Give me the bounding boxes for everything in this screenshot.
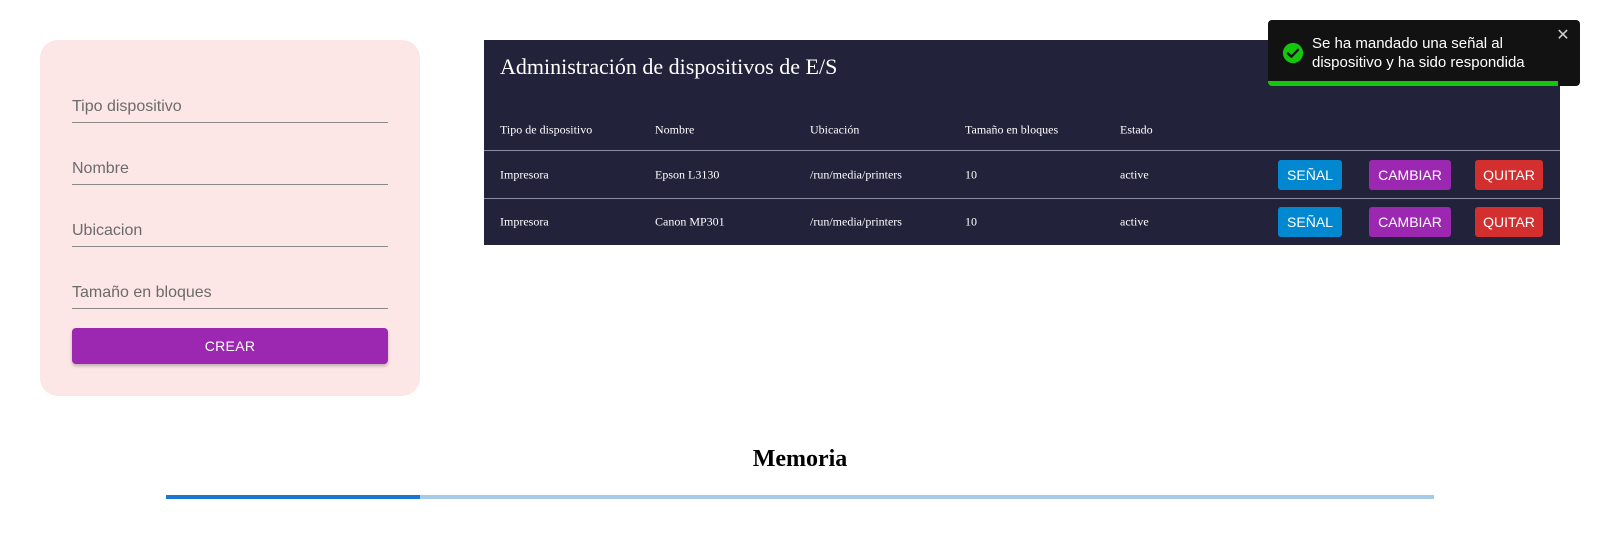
ubicacion-input[interactable] <box>72 222 388 240</box>
tamano-bloques-field <box>72 268 388 309</box>
cell-tamano: 10 <box>965 167 977 181</box>
cell-estado: active <box>1120 214 1149 229</box>
change-button[interactable]: CAMBIAR <box>1369 207 1451 237</box>
create-button[interactable]: CREAR <box>72 328 388 364</box>
header-tamano: Tamaño en bloques <box>965 122 1059 137</box>
table-title: Administración de dispositivos de E/S <box>500 54 838 79</box>
ubicacion-field <box>72 206 388 247</box>
tipo-dispositivo-input[interactable] <box>72 98 388 116</box>
nombre-input[interactable] <box>72 160 388 178</box>
memoria-title: Memoria <box>752 446 848 472</box>
memoria-progress-fill <box>166 495 420 499</box>
memoria-progress-bar <box>166 495 1434 499</box>
header-nombre: Nombre <box>655 122 695 137</box>
cell-ubicacion: /run/media/printers <box>810 167 902 181</box>
toast-message: Se ha mandado una señal al dispositivo y… <box>1312 35 1525 71</box>
table-row: Impresora Canon MP301 /run/media/printer… <box>484 199 1560 245</box>
signal-button[interactable]: SEÑAL <box>1278 159 1342 190</box>
signal-button[interactable]: SEÑAL <box>1278 207 1342 237</box>
cell-tamano: 10 <box>965 214 977 229</box>
remove-button[interactable]: QUITAR <box>1475 159 1543 190</box>
cell-tipo: Impresora <box>500 167 549 181</box>
cell-nombre: Canon MP301 <box>655 214 725 229</box>
tipo-dispositivo-field <box>72 82 388 123</box>
table-row: Impresora Epson L3130 /run/media/printer… <box>484 151 1560 199</box>
page: CREAR Administración de dispositivos de … <box>0 0 1600 552</box>
remove-button[interactable]: QUITAR <box>1475 207 1543 237</box>
header-ubicacion: Ubicación <box>810 122 860 137</box>
check-circle-icon <box>1282 42 1304 64</box>
nombre-field <box>72 144 388 185</box>
change-button[interactable]: CAMBIAR <box>1369 159 1451 190</box>
device-form: CREAR <box>40 40 420 396</box>
cell-nombre: Epson L3130 <box>655 167 720 181</box>
success-toast: Se ha mandado una señal al dispositivo y… <box>1268 20 1580 86</box>
header-tipo: Tipo de dispositivo <box>500 122 593 137</box>
cell-tipo: Impresora <box>500 214 549 229</box>
table-header-row: Tipo de dispositivo Nombre Ubicación Tam… <box>484 110 1560 151</box>
cell-estado: active <box>1120 167 1149 181</box>
cell-ubicacion: /run/media/printers <box>810 214 902 229</box>
header-estado: Estado <box>1120 122 1153 137</box>
toast-timer-bar <box>1268 81 1559 86</box>
close-icon[interactable]: ✕ <box>1554 26 1572 44</box>
tamano-bloques-input[interactable] <box>72 284 388 302</box>
